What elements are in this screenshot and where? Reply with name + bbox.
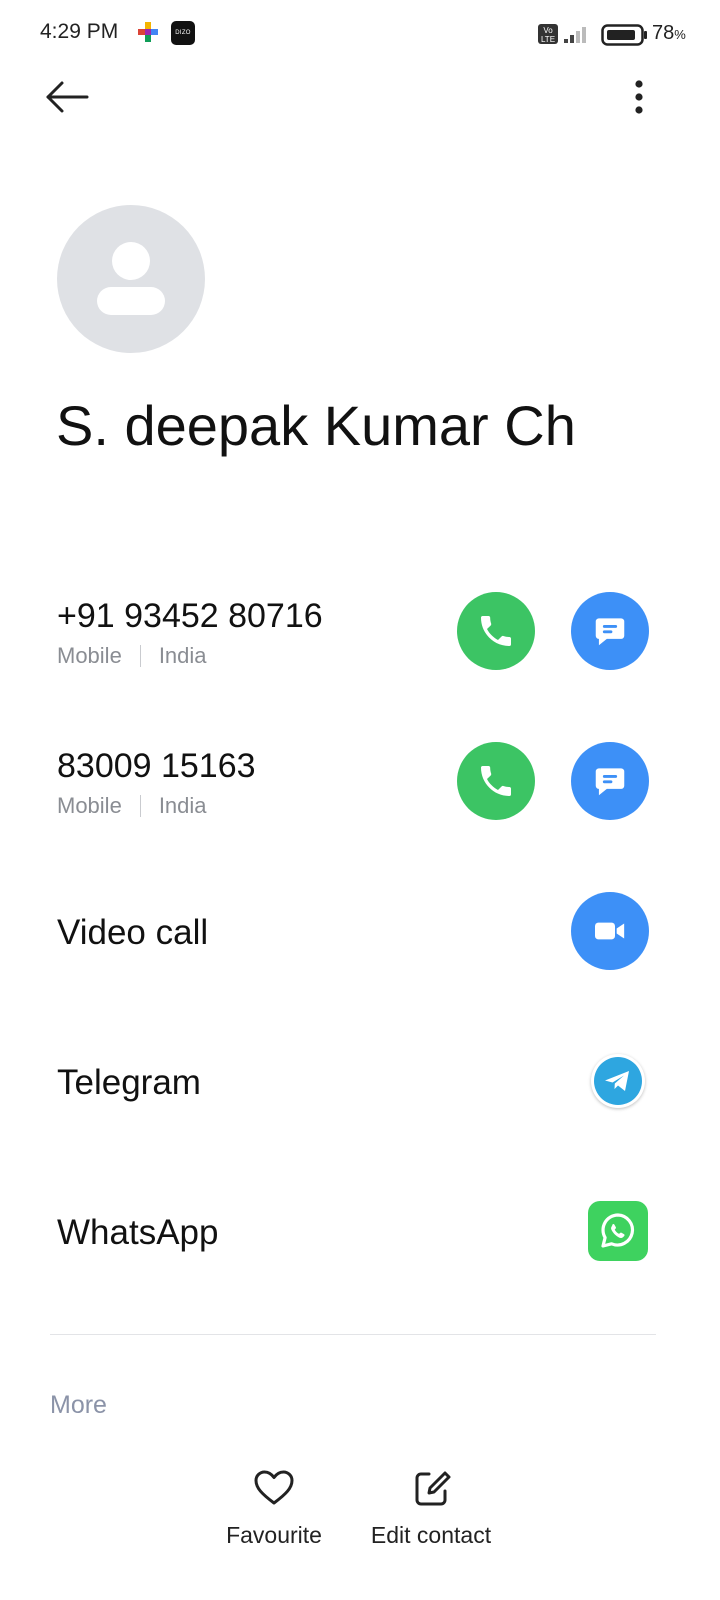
favourite-label: Favourite xyxy=(226,1522,322,1548)
phone-number-1[interactable]: +91 93452 80716 xyxy=(57,597,323,636)
whatsapp-icon xyxy=(601,1213,634,1248)
call-button-1[interactable] xyxy=(457,592,535,670)
message-icon xyxy=(595,618,625,646)
phone-2-meta: Mobile India xyxy=(57,793,207,819)
person-placeholder-icon xyxy=(97,242,165,315)
volte-icon: Vo LTE xyxy=(537,23,559,50)
dizo-app-icon: DIZO xyxy=(171,21,195,45)
separator xyxy=(139,795,141,817)
phone-1-type: Mobile xyxy=(57,643,122,668)
favourite-button[interactable]: Favourite xyxy=(214,1466,334,1549)
edit-icon xyxy=(415,1471,451,1506)
more-section-toggle[interactable]: More xyxy=(50,1391,107,1420)
phone-icon xyxy=(481,616,511,646)
battery-value: 78 xyxy=(652,22,675,44)
status-time: 4:29 PM xyxy=(40,20,119,43)
battery-unit: % xyxy=(674,27,686,42)
call-button-2[interactable] xyxy=(457,742,535,820)
whatsapp-button[interactable] xyxy=(588,1201,648,1261)
svg-text:LTE: LTE xyxy=(541,35,555,44)
edit-contact-label: Edit contact xyxy=(370,1522,492,1548)
heart-icon xyxy=(254,1470,294,1505)
whatsapp-label[interactable]: WhatsApp xyxy=(57,1213,218,1253)
phone-2-type: Mobile xyxy=(57,793,122,818)
phone-number-2[interactable]: 83009 15163 xyxy=(57,747,256,786)
message-button-1[interactable] xyxy=(571,592,649,670)
svg-text:Vo: Vo xyxy=(543,26,553,35)
phone-icon xyxy=(481,766,511,796)
telegram-label[interactable]: Telegram xyxy=(57,1063,201,1103)
contact-name: S. deepak Kumar Ch xyxy=(56,394,576,457)
games-icon xyxy=(138,22,158,49)
phone-1-meta: Mobile India xyxy=(57,643,207,669)
signal-icon xyxy=(563,24,591,49)
separator xyxy=(139,645,141,667)
telegram-icon xyxy=(594,1057,642,1105)
phone-1-region: India xyxy=(158,643,207,668)
message-button-2[interactable] xyxy=(571,742,649,820)
section-divider xyxy=(50,1334,656,1335)
back-button[interactable] xyxy=(44,78,92,118)
video-camera-icon xyxy=(595,922,625,940)
video-call-button[interactable] xyxy=(571,892,649,970)
back-arrow-icon xyxy=(46,81,89,113)
contact-avatar xyxy=(57,205,205,353)
battery-icon xyxy=(601,24,649,51)
phone-2-region: India xyxy=(158,793,207,818)
battery-percentage: 78% xyxy=(652,22,686,45)
edit-contact-button[interactable]: Edit contact xyxy=(361,1466,501,1549)
kebab-menu-icon xyxy=(635,80,643,114)
video-call-label[interactable]: Video call xyxy=(57,913,208,953)
more-options-button[interactable] xyxy=(626,78,652,118)
dizo-app-label: DIZO xyxy=(175,30,191,36)
message-icon xyxy=(595,768,625,796)
telegram-button[interactable] xyxy=(591,1054,645,1108)
